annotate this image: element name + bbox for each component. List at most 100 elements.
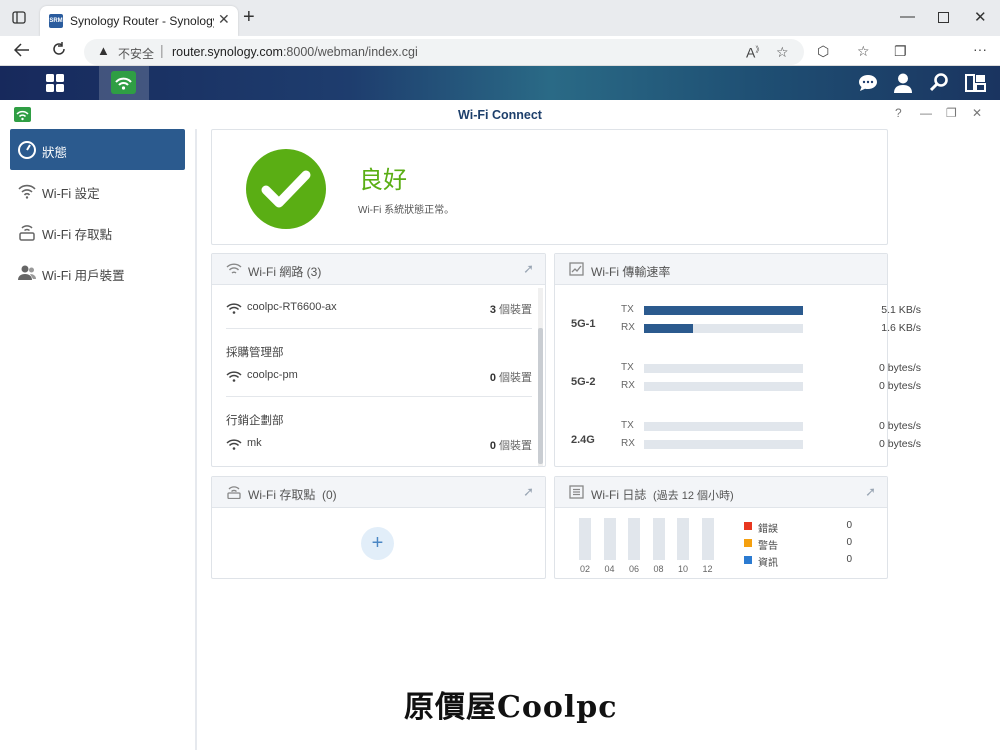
ssid: coolpc-RT6600-ax bbox=[247, 301, 337, 313]
main-content: 良好 Wi-Fi 系統狀態正常。 Wi-Fi 網路 (3) ➚ coolpc-R… bbox=[198, 129, 1000, 750]
device-count: 0 個裝置 bbox=[490, 437, 532, 453]
sidebar-item-access-points[interactable]: Wi-Fi 存取點 bbox=[10, 211, 185, 252]
card-header: Wi-Fi 網路 (3) ➚ bbox=[212, 254, 545, 285]
tx-bar bbox=[644, 306, 803, 315]
card-title: Wi-Fi 存取點 (0) bbox=[248, 486, 337, 503]
more-menu-icon[interactable]: ··· bbox=[973, 41, 987, 57]
users-icon bbox=[18, 265, 36, 280]
card-title: Wi-Fi 傳輸速率 bbox=[591, 265, 671, 279]
close-window-icon[interactable]: ✕ bbox=[974, 8, 987, 26]
widgets-button[interactable] bbox=[957, 66, 993, 100]
sidebar-item-client-devices[interactable]: Wi-Fi 用戶裝置 bbox=[10, 252, 185, 293]
url-host: router.synology.com bbox=[172, 45, 283, 59]
device-count: 3 個裝置 bbox=[490, 301, 532, 317]
legend-swatch bbox=[744, 556, 752, 564]
collections-icon[interactable]: ❐ bbox=[894, 43, 907, 60]
back-icon[interactable] bbox=[14, 43, 30, 57]
sidebar-item-label: Wi-Fi 設定 bbox=[42, 187, 100, 201]
new-tab-icon[interactable]: + bbox=[243, 7, 255, 27]
sidebar-item-status[interactable]: 狀態 bbox=[10, 129, 185, 170]
address-field[interactable]: ▲ 不安全 | router.synology.com:8000/webman/… bbox=[84, 39, 804, 65]
legend-swatch bbox=[744, 539, 752, 547]
expand-arrow-icon[interactable]: ➚ bbox=[865, 484, 876, 500]
device-unit: 個裝置 bbox=[499, 440, 532, 452]
network-row[interactable]: coolpc-pm 0 個裝置 bbox=[226, 368, 532, 384]
chat-button[interactable] bbox=[850, 66, 886, 100]
srm-taskbar bbox=[0, 66, 1000, 100]
reload-icon[interactable] bbox=[51, 41, 67, 57]
expand-arrow-icon[interactable]: ➚ bbox=[523, 261, 534, 277]
address-bar-row: ▲ 不安全 | router.synology.com:8000/webman/… bbox=[0, 36, 1000, 95]
ssid: coolpc-pm bbox=[247, 369, 298, 381]
wifi-log-card: Wi-Fi 日誌 (過去 12 個小時) ➚ 02 04 06 08 10 12 錯誤 0 警… bbox=[554, 476, 888, 579]
ap-title: Wi-Fi 存取點 bbox=[248, 488, 316, 502]
expand-arrow-icon[interactable]: ➚ bbox=[523, 484, 534, 500]
search-button[interactable] bbox=[921, 66, 957, 100]
tx-speed-row: TX 0 bytes/s bbox=[621, 420, 921, 432]
favorites-icon[interactable]: ☆ bbox=[857, 43, 870, 60]
rx-label: RX bbox=[621, 380, 635, 391]
legend-label: 警告 bbox=[758, 541, 778, 552]
device-count-value: 0 bbox=[489, 440, 496, 452]
close-tab-icon[interactable]: ✕ bbox=[218, 11, 230, 28]
check-icon bbox=[246, 149, 326, 229]
restore-app-icon[interactable]: ❐ bbox=[946, 106, 957, 120]
minimize-app-icon[interactable]: — bbox=[920, 106, 932, 120]
browser-tab[interactable]: SRM Synology Router - SynologyRouter ✕ bbox=[40, 6, 238, 36]
tx-label: TX bbox=[621, 362, 634, 373]
log-hour-label: 06 bbox=[628, 564, 639, 574]
extensions-icon[interactable]: ⬡ bbox=[817, 43, 829, 60]
rx-value: 1.6 KB/s bbox=[881, 322, 921, 334]
widgets-icon bbox=[965, 74, 986, 92]
tx-label: TX bbox=[621, 420, 634, 431]
url-path: :8000/webman/index.cgi bbox=[282, 45, 418, 59]
watermark-logo: 原價屋Coolpc bbox=[404, 690, 618, 725]
log-icon bbox=[569, 485, 584, 499]
wifi-icon bbox=[226, 263, 242, 274]
rx-speed-row: RX 0 bytes/s bbox=[621, 438, 921, 450]
sidebar-toggle-icon[interactable] bbox=[12, 11, 26, 24]
device-count: 0 個裝置 bbox=[490, 369, 532, 385]
tx-speed-row: TX 5.1 KB/s bbox=[621, 304, 921, 316]
sidebar-item-label: 狀態 bbox=[42, 146, 68, 160]
help-icon[interactable]: ? bbox=[895, 106, 902, 120]
legend-value: 0 bbox=[846, 537, 852, 548]
user-button[interactable] bbox=[885, 66, 921, 100]
log-bar bbox=[652, 518, 665, 560]
rx-bar-fill bbox=[644, 324, 694, 333]
warning-icon: ▲ bbox=[97, 43, 110, 58]
status-title: 良好 bbox=[359, 167, 407, 194]
scrollbar-thumb[interactable] bbox=[538, 328, 543, 464]
legend-item: 錯誤 0 bbox=[744, 520, 874, 535]
log-bar bbox=[603, 518, 616, 560]
chat-icon bbox=[859, 75, 877, 91]
network-row[interactable]: mk 0 個裝置 bbox=[226, 436, 532, 452]
add-access-point-button[interactable]: + bbox=[361, 527, 394, 560]
device-count-value: 0 bbox=[489, 372, 496, 384]
favorite-add-icon[interactable]: ☆ bbox=[776, 44, 789, 61]
srm-favicon-icon: SRM bbox=[49, 14, 63, 28]
tx-label: TX bbox=[621, 304, 634, 315]
log-hour-label: 08 bbox=[653, 564, 664, 574]
log-subtitle: (過去 12 個小時) bbox=[653, 490, 734, 502]
log-hour-label: 12 bbox=[702, 564, 713, 574]
network-row[interactable]: coolpc-RT6600-ax 3 個裝置 bbox=[226, 300, 532, 316]
rx-value: 0 bytes/s bbox=[878, 380, 921, 392]
read-aloud-icon[interactable]: A》 bbox=[746, 44, 763, 61]
log-bar bbox=[677, 518, 689, 560]
device-unit: 個裝置 bbox=[499, 372, 532, 384]
status-card: 良好 Wi-Fi 系統狀態正常。 bbox=[211, 129, 888, 245]
sidebar: 狀態 Wi-Fi 設定 Wi-Fi 存取點 Wi-Fi 用戶裝置 bbox=[0, 129, 197, 750]
search-icon bbox=[930, 73, 948, 92]
minimize-window-icon[interactable]: — bbox=[900, 8, 915, 25]
rx-speed-row: RX 0 bytes/s bbox=[621, 380, 921, 392]
networks-title: Wi-Fi 網路 bbox=[248, 265, 304, 279]
list-item: coolpc-RT6600-ax 3 個裝置 bbox=[226, 286, 532, 346]
close-app-icon[interactable]: ✕ bbox=[972, 106, 982, 120]
rx-bar bbox=[644, 440, 803, 449]
band-name: 5G-2 bbox=[571, 376, 596, 388]
wifi-connect-taskbar-button[interactable] bbox=[99, 66, 149, 100]
maximize-window-icon[interactable] bbox=[938, 12, 949, 23]
sidebar-item-wifi-settings[interactable]: Wi-Fi 設定 bbox=[10, 170, 185, 211]
main-menu-button[interactable] bbox=[28, 66, 84, 100]
